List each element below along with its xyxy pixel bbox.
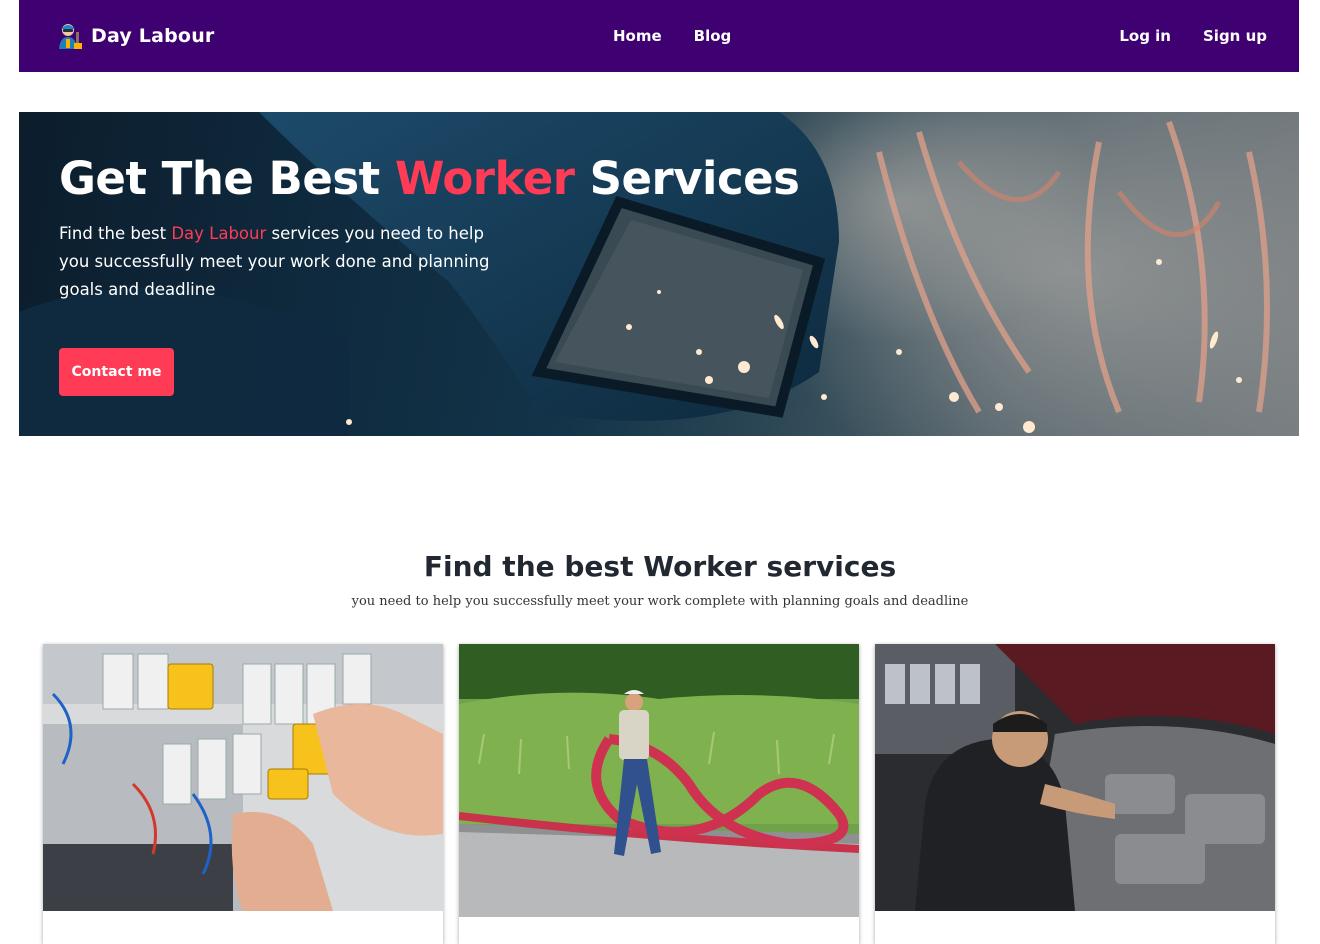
brand-name: Day Labour [91,25,215,47]
auth-nav: Log in Sign up [1119,0,1267,72]
hero-title-start: Get The Best [59,152,395,205]
electrician-photo [43,644,443,911]
signup-link[interactable]: Sign up [1203,27,1267,45]
hero-banner: Get The Best Worker Services Find the be… [19,112,1299,436]
hero-title-end: Services [574,152,800,205]
main-nav: Home Blog [613,0,731,72]
hero-title-accent: Worker [394,152,575,205]
brand-link[interactable]: Day Labour [57,22,215,50]
worker-logo-icon [59,24,82,49]
car-mechanic-photo [875,644,1275,911]
services-title: Find the best Worker services [423,550,897,583]
service-card-electrician[interactable] [43,644,443,944]
hero-description: Find the best Day Labour services you ne… [59,220,519,304]
navbar: Day Labour Home Blog Log in Sign up [19,0,1299,72]
service-card-hose-worker[interactable] [459,644,859,944]
hero-content: Get The Best Worker Services Find the be… [59,152,800,304]
contact-me-button[interactable]: Contact me [59,348,174,396]
login-link[interactable]: Log in [1119,27,1171,45]
hero-desc-accent: Day Labour [171,224,267,243]
service-card-mechanic[interactable] [875,644,1275,944]
hero-title: Get The Best Worker Services [59,152,800,206]
services-subtitle: you need to help you successfully meet y… [351,594,969,609]
nav-blog-link[interactable]: Blog [694,27,732,45]
nav-home-link[interactable]: Home [613,27,662,45]
hero-desc-start: Find the best [59,224,172,243]
hose-worker-photo [459,644,859,917]
